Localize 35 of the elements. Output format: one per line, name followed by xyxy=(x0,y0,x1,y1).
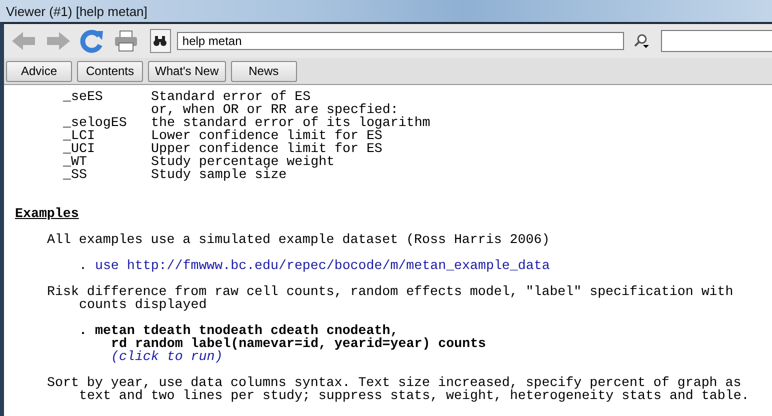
search-icon[interactable] xyxy=(634,33,650,49)
binoculars-icon[interactable] xyxy=(150,29,172,53)
variable-description: Upper confidence limit for ES xyxy=(151,142,382,155)
prompt-dot: . xyxy=(79,258,87,273)
nav-button[interactable]: Contents xyxy=(77,60,143,82)
variable-description: the standard error of its logarithm xyxy=(151,116,430,129)
variable-description: or, when OR or RR are specfied: xyxy=(151,103,398,116)
window-title: Viewer (#1) [help metan] xyxy=(6,4,148,18)
nav-button[interactable]: News xyxy=(230,60,297,82)
click-to-run-link[interactable]: (click to run) xyxy=(111,349,223,364)
variable-description: Study percentage weight xyxy=(151,155,335,168)
command-line: rd random label(namevar=id, yearid=year) counts xyxy=(111,336,486,351)
variable-description: Standard error of ES xyxy=(151,90,311,103)
command-field[interactable]: help metan xyxy=(177,32,624,50)
prompt-dot: . xyxy=(79,323,87,338)
paragraph-line: Sort by year, use data columns syntax. Text size increased, specify percent of graph as xyxy=(47,375,742,390)
variable-name: _seES xyxy=(63,90,104,103)
refresh-icon[interactable] xyxy=(78,28,106,54)
variable-description: Study sample size xyxy=(151,168,287,181)
search-field[interactable] xyxy=(661,30,772,52)
variable-name: _LCI xyxy=(63,129,95,142)
paragraph-line: All examples use a simulated example dataset (Ross Harris 2006) xyxy=(47,232,550,247)
nav-button[interactable]: What's New xyxy=(148,60,226,82)
section-heading: Examples xyxy=(15,206,79,221)
command-link[interactable]: use http://fmwww.bc.edu/repec/bocode/m/metan_example_data xyxy=(94,258,550,273)
variable-name: _WT xyxy=(63,155,88,168)
variable-name: _SS xyxy=(63,168,88,181)
command-line: metan tdeath tnodeath cdeath cnodeath, xyxy=(94,323,398,338)
paragraph-line: Risk difference from raw cell counts, random effects model, "label" specification with xyxy=(47,284,734,299)
paragraph-line: text and two lines per study; suppress stats, weight, heterogeneity stats and table. xyxy=(79,388,750,403)
variable-description: Lower confidence limit for ES xyxy=(151,129,382,142)
paragraph-line: counts displayed xyxy=(79,297,207,312)
variable-name: _selogES xyxy=(63,116,128,129)
variable-name: _UCI xyxy=(63,142,96,155)
nav-button[interactable]: Advice xyxy=(6,60,72,82)
